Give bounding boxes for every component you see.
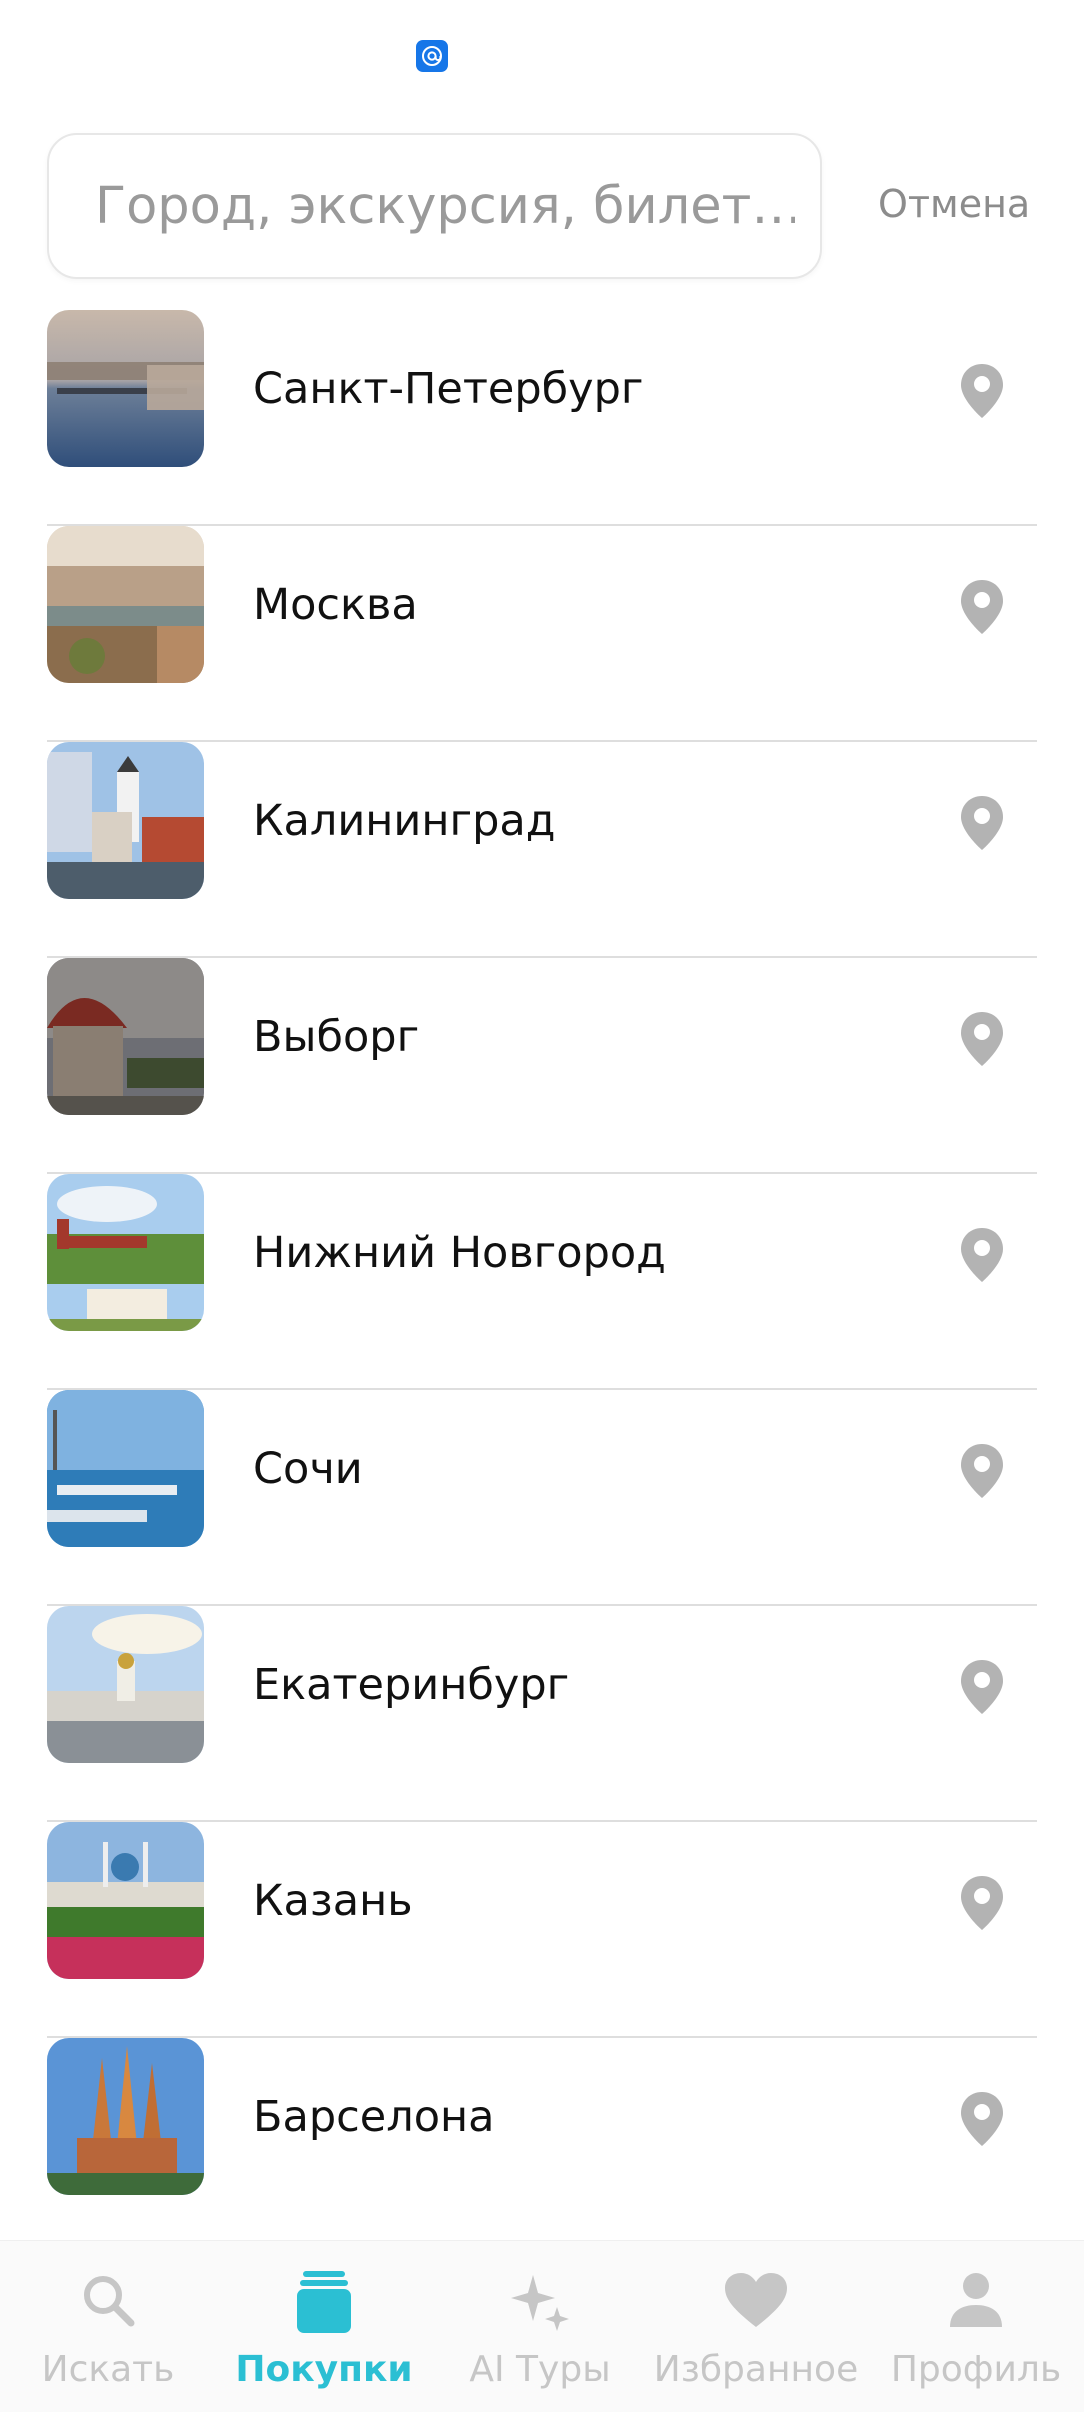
nav-label: Искать xyxy=(41,2349,175,2390)
city-row-spb[interactable]: Санкт-Петербург xyxy=(47,310,1037,526)
bottom-nav: Искать Покупки AI Туры Избранное Профиль xyxy=(0,2240,1084,2412)
nav-label: Избранное xyxy=(653,2349,859,2390)
nav-ai-tours[interactable]: AI Туры xyxy=(432,2241,648,2412)
city-row-nizhny-novgorod[interactable]: Нижний Новгород xyxy=(47,1174,1037,1390)
city-row-kaliningrad[interactable]: Калининград xyxy=(47,742,1037,958)
city-row-sochi[interactable]: Сочи xyxy=(47,1390,1037,1606)
nav-purchases[interactable]: Покупки xyxy=(216,2241,432,2412)
city-name: Москва xyxy=(253,580,418,630)
city-thumbnail xyxy=(47,1174,204,1331)
search-icon xyxy=(84,2276,135,2327)
location-pin-icon[interactable] xyxy=(959,1226,1005,1284)
city-name: Екатеринбург xyxy=(253,1660,570,1710)
city-list: Санкт-Петербург Москва Калининград Выбор… xyxy=(47,310,1037,2254)
profile-icon xyxy=(950,2273,1002,2327)
nav-label: Покупки xyxy=(235,2349,413,2390)
city-thumbnail xyxy=(47,1606,204,1763)
city-row-ekaterinburg[interactable]: Екатеринбург xyxy=(47,1606,1037,1822)
nav-profile[interactable]: Профиль xyxy=(868,2241,1084,2412)
city-name: Сочи xyxy=(253,1444,363,1494)
search-input[interactable] xyxy=(95,135,795,277)
city-thumbnail xyxy=(47,742,204,899)
location-pin-icon[interactable] xyxy=(959,1658,1005,1716)
city-name: Санкт-Петербург xyxy=(253,364,644,414)
city-name: Нижний Новгород xyxy=(253,1228,666,1278)
city-thumbnail xyxy=(47,2038,204,2195)
location-pin-icon[interactable] xyxy=(959,1010,1005,1068)
city-name: Барселона xyxy=(253,2092,495,2142)
city-row-vyborg[interactable]: Выборг xyxy=(47,958,1037,1174)
location-pin-icon[interactable] xyxy=(959,1874,1005,1932)
location-pin-icon[interactable] xyxy=(959,2090,1005,2148)
city-name: Казань xyxy=(253,1876,413,1926)
city-thumbnail xyxy=(47,1822,204,1979)
city-row-barcelona[interactable]: Барселона xyxy=(47,2038,1037,2254)
city-thumbnail xyxy=(47,958,204,1115)
search-field[interactable] xyxy=(47,133,822,279)
city-thumbnail xyxy=(47,1390,204,1547)
nav-favorites[interactable]: Избранное xyxy=(648,2241,864,2412)
location-pin-icon[interactable] xyxy=(959,1442,1005,1500)
purchases-icon xyxy=(297,2271,351,2333)
heart-icon xyxy=(725,2273,787,2327)
location-pin-icon[interactable] xyxy=(959,362,1005,420)
city-name: Выборг xyxy=(253,1012,420,1062)
nav-search[interactable]: Искать xyxy=(0,2241,216,2412)
city-row-kazan[interactable]: Казань xyxy=(47,1822,1037,2038)
cancel-button[interactable]: Отмена xyxy=(878,174,1030,234)
search-screen: Отмена Санкт-Петербург xyxy=(0,0,1084,2412)
city-row-moscow[interactable]: Москва xyxy=(47,526,1037,742)
city-thumbnail xyxy=(47,310,204,467)
city-name: Калининград xyxy=(253,796,556,846)
location-pin-icon[interactable] xyxy=(959,578,1005,636)
nav-label: AI Туры xyxy=(469,2349,611,2390)
at-sign-icon xyxy=(416,40,448,72)
city-thumbnail xyxy=(47,526,204,683)
sparkles-icon xyxy=(511,2275,569,2331)
location-pin-icon[interactable] xyxy=(959,794,1005,852)
nav-label: Профиль xyxy=(890,2349,1062,2390)
